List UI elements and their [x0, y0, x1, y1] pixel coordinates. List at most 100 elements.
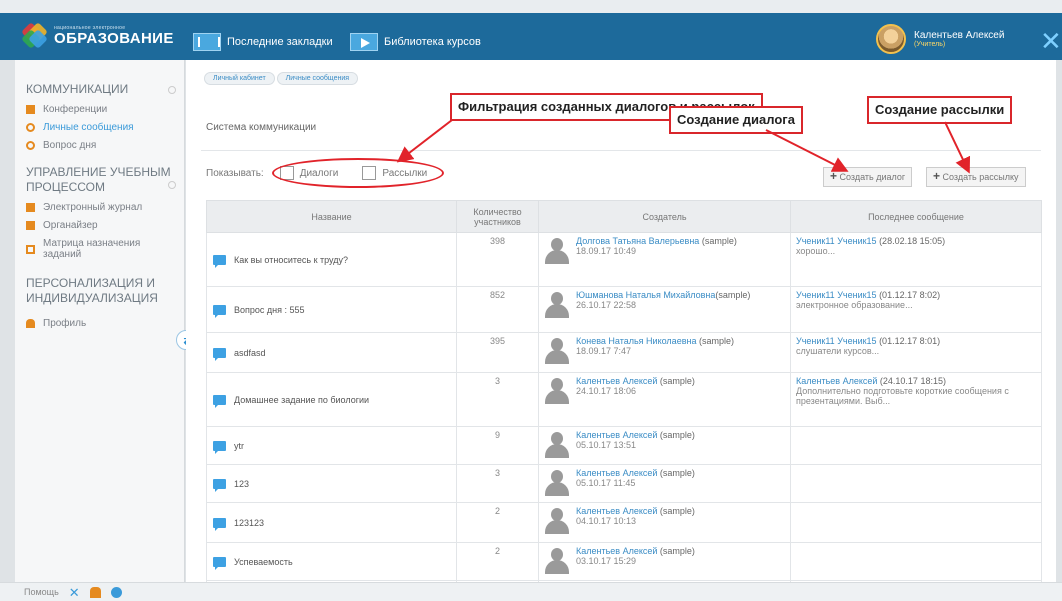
chat-icon — [213, 347, 226, 361]
created-date: 03.10.17 15:29 — [576, 556, 637, 566]
column-header-name[interactable]: Название — [206, 200, 457, 233]
cell-count: 3 — [456, 372, 539, 427]
sidebar-section-communications: КОММУНИКАЦИИ Конференции Личные сообщени… — [15, 82, 184, 151]
info-icon[interactable] — [110, 586, 122, 598]
user-menu[interactable]: Калентьев Алексей (Учитель) — [876, 24, 1004, 54]
dialog-name[interactable]: ytr — [234, 441, 244, 451]
create-dialog-button[interactable]: + Создать диалог — [823, 167, 913, 187]
created-date: 18.09.17 7:47 — [576, 346, 632, 356]
dialog-name[interactable]: Как вы относитесь к труду? — [234, 255, 348, 265]
creator-link[interactable]: Калентьев Алексей — [576, 546, 657, 556]
last-author-link[interactable]: Калентьев Алексей — [796, 376, 877, 386]
creator-link[interactable]: Калентьев Алексей — [576, 468, 657, 478]
column-header-last-message[interactable]: Последнее сообщение — [790, 200, 1042, 233]
table-row[interactable]: Как вы относитесь к труду? 398 Долгова Тат… — [206, 232, 1042, 287]
column-header-creator[interactable]: Создатель — [538, 200, 791, 233]
cell-last-message — [790, 502, 1042, 543]
table-row[interactable]: Домашнее задание по биологии 3 Калентьев А… — [206, 372, 1042, 427]
creator-suffix: (sample) — [657, 430, 695, 440]
user-avatar-icon — [544, 546, 570, 574]
sidebar-item-conferences[interactable]: Конференции — [26, 104, 184, 115]
creator-link[interactable]: Юшманова Наталья Михайловна — [576, 290, 715, 300]
breadcrumb-item[interactable]: Личный кабинет — [204, 72, 275, 85]
sidebar-item-label: Органайзер — [43, 220, 98, 231]
sidebar: КОММУНИКАЦИИ Конференции Личные сообщени… — [15, 60, 185, 582]
cell-name[interactable]: Как вы относитесь к труду? — [206, 232, 457, 287]
last-date: (01.12.17 8:01) — [876, 336, 941, 346]
help-link[interactable]: Помощь — [24, 587, 59, 597]
cell-name[interactable]: ytr — [206, 426, 457, 465]
breadcrumb-item[interactable]: Личные сообщения — [276, 72, 359, 85]
creator-suffix: (sample) — [696, 336, 734, 346]
profile-icon[interactable] — [89, 586, 101, 598]
sidebar-item-organizer[interactable]: Органайзер — [26, 220, 184, 231]
dialog-name[interactable]: 123 — [234, 479, 249, 489]
user-name: Калентьев Алексей — [914, 30, 1005, 41]
table-row[interactable]: ytr 9 Калентьев Алексей (sample) 05.10.17 1… — [206, 426, 1042, 465]
sidebar-section-personalization: ПЕРСОНАЛИЗАЦИЯ И ИНДИВИДУАЛИЗАЦИЯ Профил… — [15, 276, 184, 329]
cell-name[interactable]: asdfasd — [206, 332, 457, 373]
collapse-icon[interactable] — [168, 86, 176, 94]
creator-link[interactable]: Конева Наталья Николаевна — [576, 336, 696, 346]
cell-last-message — [790, 426, 1042, 465]
dialog-name[interactable]: Домашнее задание по биологии — [234, 395, 369, 405]
chat-icon — [213, 394, 226, 408]
last-author-link[interactable]: Ученик11 Ученик15 — [796, 290, 877, 300]
cell-name[interactable]: Домашнее задание по биологии — [206, 372, 457, 427]
sidebar-item-matrix[interactable]: Матрица назначения заданий — [26, 238, 184, 260]
collapse-icon[interactable] — [168, 181, 176, 189]
sidebar-item-messages[interactable]: Личные сообщения — [26, 122, 184, 133]
create-mailing-button[interactable]: + Создать рассылку — [926, 167, 1026, 187]
table-row[interactable]: 123 3 Калентьев Алексей (sample) 05.10.17 1… — [206, 464, 1042, 503]
cell-creator: Юшманова Наталья Михайловна(sample) 26.10… — [538, 286, 791, 333]
creator-link[interactable]: Долгова Татьяна Валерьевна — [576, 236, 699, 246]
bookmarks-link[interactable]: Последние закладки — [193, 33, 333, 51]
last-author-link[interactable]: Ученик11 Ученик15 — [796, 336, 877, 346]
table-row[interactable]: 123123 2 Калентьев Алексей (sample) 04.10.1… — [206, 502, 1042, 543]
last-date: (24.10.17 18:15) — [877, 376, 946, 386]
user-avatar-icon — [544, 468, 570, 496]
sidebar-section-title[interactable]: ПЕРСОНАЛИЗАЦИЯ И ИНДИВИДУАЛИЗАЦИЯ — [26, 276, 184, 306]
creator-link[interactable]: Калентьев Алексей — [576, 430, 657, 440]
cell-name[interactable]: 123123 — [206, 502, 457, 543]
created-date: 18.09.17 10:49 — [576, 246, 637, 256]
sidebar-item-profile[interactable]: Профиль — [26, 318, 184, 329]
library-link[interactable]: Библиотека курсов — [350, 33, 481, 51]
close-icon[interactable]: ✕ — [1040, 28, 1062, 54]
breadcrumb: Личный кабинет Личные сообщения — [204, 72, 360, 85]
cell-creator: Долгова Татьяна Валерьевна (sample) 18.09… — [538, 232, 791, 287]
table-row[interactable]: Вопрос дня : 555 852 Юшманова Наталья Миха… — [206, 286, 1042, 333]
tools-icon[interactable]: ✕ — [69, 586, 80, 599]
dialog-name[interactable]: Успеваемость — [234, 557, 293, 567]
sidebar-item-journal[interactable]: Электронный журнал — [26, 202, 184, 213]
chat-icon — [213, 517, 226, 531]
cell-name[interactable]: 123 — [206, 464, 457, 503]
sidebar-item-label: Личные сообщения — [43, 122, 134, 133]
cell-name[interactable]: Успеваемость — [206, 542, 457, 581]
sidebar-item-question[interactable]: Вопрос дня — [26, 140, 184, 151]
creator-link[interactable]: Калентьев Алексей — [576, 376, 657, 386]
logo-globe-icon — [21, 22, 48, 49]
column-header-count[interactable]: Количество участников — [456, 200, 539, 233]
dialog-name[interactable]: Вопрос дня : 555 — [234, 305, 305, 315]
cell-count: 3 — [456, 464, 539, 503]
creator-suffix: (sample) — [715, 290, 751, 300]
dialog-name[interactable]: 123123 — [234, 518, 264, 528]
user-avatar-icon — [544, 506, 570, 534]
table-header-row: Название Количество участников Создатель… — [206, 200, 1042, 233]
cell-name[interactable]: Вопрос дня : 555 — [206, 286, 457, 333]
creator-suffix: (sample) — [699, 236, 737, 246]
cell-creator: Калентьев Алексей (sample) 04.10.17 10:13 — [538, 502, 791, 543]
creator-link[interactable]: Калентьев Алексей — [576, 506, 657, 516]
dialog-name[interactable]: asdfasd — [234, 348, 266, 358]
table-row[interactable]: Успеваемость 2 Калентьев Алексей (sample) 0… — [206, 542, 1042, 581]
cell-count: 852 — [456, 286, 539, 333]
table-row[interactable]: asdfasd 395 Конева Наталья Николаевна (sam… — [206, 332, 1042, 373]
creator-suffix: (sample) — [657, 468, 695, 478]
logo[interactable]: национальное электронное ОБРАЗОВАНИЕ — [21, 22, 174, 49]
last-author-link[interactable]: Ученик11 Ученик15 — [796, 236, 877, 246]
creator-suffix: (sample) — [657, 376, 695, 386]
sidebar-section-title[interactable]: КОММУНИКАЦИИ — [26, 82, 184, 97]
user-avatar-icon — [544, 376, 570, 404]
sidebar-section-title[interactable]: УПРАВЛЕНИЕ УЧЕБНЫМ ПРОЦЕССОМ — [26, 165, 184, 195]
